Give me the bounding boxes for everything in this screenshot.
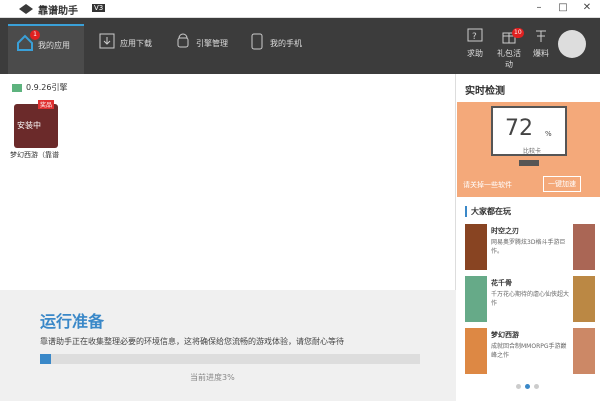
monitor-panel: 72 % 比较卡 请关掉一些软件 一键加速	[457, 102, 600, 197]
hot-item[interactable]: 梦幻西游 成就回合制MMORPG手游巅峰之作	[465, 328, 595, 378]
tab-label: 我的应用	[38, 41, 70, 50]
hot-name: 花千骨	[491, 279, 512, 287]
gift-badge: 10	[512, 28, 524, 38]
minimize-button[interactable]: –	[532, 2, 546, 13]
game-thumb	[465, 276, 487, 322]
progress-bar	[40, 354, 420, 364]
progress-desc: 靠谱助手正在收集整理必要的环境信息，这将确保给您流畅的游戏体验，请您耐心等待	[40, 337, 344, 346]
app-logo-icon	[19, 4, 33, 14]
report-button[interactable]: 爆料	[526, 28, 556, 59]
side-panel: 实时检测 72 % 比较卡 请关掉一些软件 一键加速 大家都在玩 时空之刃 网易…	[457, 74, 600, 401]
tab-my-phone[interactable]: 我的手机	[240, 24, 312, 74]
progress-fill	[40, 354, 52, 364]
android-icon	[177, 33, 189, 48]
report-icon	[536, 30, 546, 42]
pager-dot[interactable]	[525, 384, 530, 389]
progress-text: 当前进度3%	[190, 373, 235, 382]
pager-dots[interactable]	[514, 382, 541, 392]
game-thumb	[465, 328, 487, 374]
gift-label: 礼包活动	[497, 49, 521, 69]
report-label: 爆料	[533, 49, 549, 58]
hot-desc: 网易奥罗腾炫3D格斗手游巨作。	[491, 239, 566, 255]
engine-version: 0.9.26引擎	[12, 82, 67, 93]
maximize-button[interactable]: □	[556, 2, 570, 13]
monitor-icon: 72 % 比较卡	[491, 106, 567, 156]
game-thumb	[465, 224, 487, 270]
phone-icon	[251, 33, 263, 50]
help-label: 求助	[467, 49, 483, 58]
gift-button[interactable]: 10 礼包活动	[494, 28, 524, 70]
score-unit: %	[545, 130, 552, 138]
engine-icon	[12, 83, 22, 92]
game-thumb	[573, 328, 595, 374]
user-avatar[interactable]	[558, 30, 586, 58]
monitor-stand	[519, 160, 539, 166]
hot-name: 时空之刃	[491, 227, 519, 235]
tab-my-apps[interactable]: 1 我的应用	[8, 24, 84, 74]
game-thumb	[573, 276, 595, 322]
help-icon: ?	[467, 28, 483, 42]
tab-label: 我的手机	[270, 39, 302, 48]
tab-badge: 1	[30, 30, 40, 40]
app-name: 靠谱助手	[38, 6, 78, 17]
progress-title: 运行准备	[40, 312, 105, 331]
svg-text:?: ?	[472, 32, 477, 42]
version-badge: V3	[92, 4, 106, 12]
score-compare: 比较卡	[523, 148, 542, 155]
title-bar: 靠谱助手 V3 – □ ✕	[0, 0, 600, 18]
tab-label: 应用下载	[120, 39, 152, 48]
close-button[interactable]: ✕	[580, 2, 594, 13]
score-value: 72	[505, 116, 533, 141]
tab-label: 引擎管理	[196, 39, 228, 48]
accelerate-button[interactable]: 一键加速	[543, 176, 581, 192]
pager-dot[interactable]	[534, 384, 539, 389]
hot-desc: 成就回合制MMORPG手游巅峰之作	[491, 343, 567, 359]
check-title: 实时检测	[465, 86, 505, 97]
help-button[interactable]: ? 求助	[460, 28, 490, 59]
check-tip: 请关掉一些软件	[463, 181, 512, 189]
game-tile[interactable]: 奖品 安装中	[14, 100, 58, 148]
download-icon	[99, 33, 115, 49]
tab-engine[interactable]: 引擎管理	[166, 24, 238, 74]
prize-badge: 奖品	[38, 100, 55, 109]
game-thumb	[573, 224, 595, 270]
install-status: 安装中	[17, 121, 41, 130]
game-name: 梦幻西游（靠谱	[10, 151, 59, 159]
hot-desc: 千万花心期待的虐心仙侠超大作	[491, 291, 570, 307]
pager-dot[interactable]	[516, 384, 521, 389]
hot-item[interactable]: 花千骨 千万花心期待的虐心仙侠超大作	[465, 276, 595, 326]
hot-item[interactable]: 时空之刃 网易奥罗腾炫3D格斗手游巨作。	[465, 224, 595, 274]
tab-app-download[interactable]: 应用下载	[90, 24, 160, 74]
progress-panel: 运行准备 靠谱助手正在收集整理必要的环境信息，这将确保给您流畅的游戏体验，请您耐…	[0, 290, 456, 401]
hot-title: 大家都在玩	[465, 206, 511, 217]
hot-name: 梦幻西游	[491, 331, 519, 339]
